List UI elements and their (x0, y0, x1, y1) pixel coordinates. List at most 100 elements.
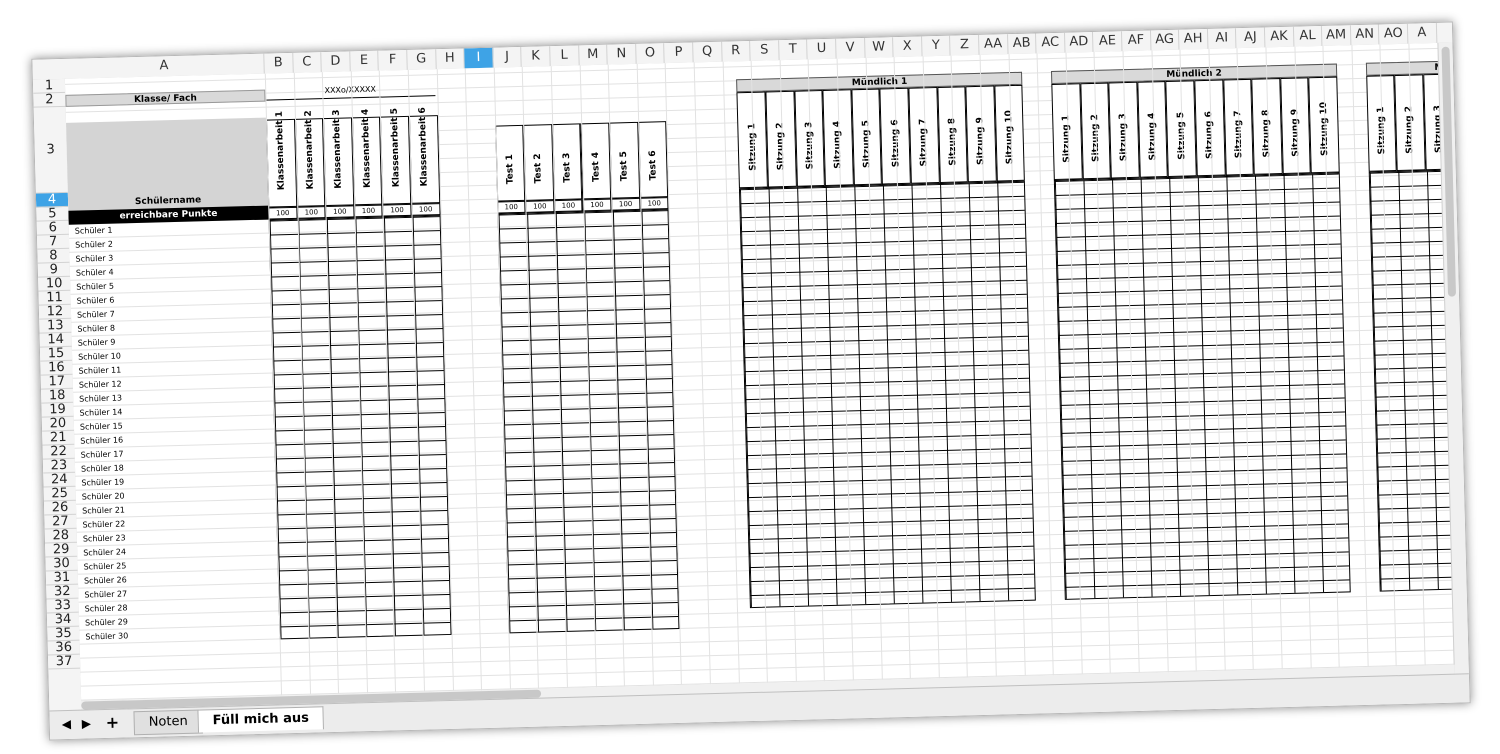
column-header-n[interactable]: N (607, 43, 637, 65)
column-header-m[interactable]: M (578, 44, 608, 66)
klassenarbeit-max-points[interactable]: 100 (268, 206, 298, 220)
student-name[interactable]: Schüler 14 (79, 407, 122, 417)
student-name[interactable]: Schüler 12 (79, 379, 122, 389)
klassenarbeit-header[interactable]: Klassenarbeit 3 (323, 109, 355, 207)
student-name[interactable]: Schüler 17 (81, 449, 124, 459)
column-header-aa[interactable]: AA (979, 34, 1009, 55)
klassenarbeit-max-points[interactable]: 100 (296, 206, 326, 219)
column-header-t[interactable]: T (778, 39, 808, 61)
student-name[interactable]: Schüler 25 (84, 561, 127, 571)
student-name[interactable]: Schüler 8 (77, 324, 115, 334)
column-header-ac[interactable]: AC (1036, 32, 1066, 54)
klassenarbeit-header[interactable]: Klassenarbeit 6 (408, 107, 440, 204)
row-header-2[interactable]: 2 (33, 92, 66, 108)
column-header-ao[interactable]: AO (1379, 23, 1409, 45)
column-header-c[interactable]: C (292, 52, 322, 73)
student-name[interactable]: Schüler 18 (81, 463, 124, 473)
column-header-e[interactable]: E (350, 50, 380, 72)
column-header-ab[interactable]: AB (1007, 33, 1037, 55)
student-name[interactable]: Schüler 28 (85, 603, 128, 613)
row-header-37[interactable]: 37 (47, 654, 81, 670)
test-max-points[interactable]: 100 (525, 200, 555, 213)
test-header[interactable]: Test 4 (580, 122, 612, 200)
student-name[interactable]: Schüler 21 (82, 505, 125, 515)
klassenarbeit-header[interactable]: Klassenarbeit 2 (294, 110, 326, 207)
test-header[interactable]: Test 6 (637, 121, 669, 198)
column-header-d[interactable]: D (321, 51, 351, 73)
column-header-z[interactable]: Z (950, 34, 980, 56)
test-max-points[interactable]: 100 (611, 197, 641, 211)
test-max-points[interactable]: 100 (639, 197, 669, 210)
column-header-al[interactable]: AL (1293, 25, 1323, 47)
klassenarbeit-header[interactable]: Klassenarbeit 4 (351, 109, 383, 206)
student-name[interactable]: Schüler 20 (82, 491, 125, 501)
student-name[interactable]: Schüler 10 (78, 351, 121, 361)
column-header-i[interactable]: I (464, 47, 494, 69)
column-header-ak[interactable]: AK (1264, 26, 1295, 48)
column-header-s[interactable]: S (750, 40, 780, 61)
student-name[interactable]: Schüler 23 (83, 533, 126, 543)
test-max-points[interactable]: 100 (582, 198, 612, 212)
student-name[interactable]: Schüler 2 (75, 240, 113, 250)
student-name[interactable]: Schüler 3 (75, 254, 113, 264)
klassenarbeit-max-points[interactable]: 100 (325, 205, 355, 219)
column-header-l[interactable]: L (550, 45, 580, 67)
column-header-g[interactable]: G (407, 49, 437, 70)
column-header-af[interactable]: AF (1121, 30, 1152, 52)
column-header-ai[interactable]: AI (1207, 28, 1237, 49)
test-max-points[interactable]: 100 (553, 199, 583, 213)
test-header[interactable]: Test 2 (523, 124, 554, 201)
klassenarbeit-header[interactable]: Klassenarbeit 5 (380, 108, 412, 205)
prev-sheet-icon[interactable]: ◀ (62, 717, 72, 731)
klassenarbeit-max-points[interactable]: 100 (411, 203, 441, 216)
test-header[interactable]: Test 3 (552, 123, 583, 201)
column-header-o[interactable]: O (635, 43, 666, 64)
column-header-w[interactable]: W (864, 37, 894, 58)
student-name[interactable]: Schüler 24 (83, 547, 126, 557)
student-name[interactable]: Schüler 11 (78, 365, 121, 375)
column-header-y[interactable]: Y (921, 35, 951, 57)
tab-noten[interactable]: Noten (133, 709, 204, 736)
student-name[interactable]: Schüler 30 (85, 631, 128, 641)
column-header-ah[interactable]: AH (1179, 28, 1209, 50)
klassenarbeit-header[interactable]: Klassenarbeit 1 (265, 111, 297, 208)
column-header-p[interactable]: P (664, 42, 694, 64)
student-name[interactable]: Schüler 27 (84, 589, 127, 599)
student-name[interactable]: Schüler 16 (80, 435, 123, 445)
column-header-k[interactable]: K (521, 46, 551, 67)
test-max-points[interactable]: 100 (496, 200, 526, 214)
student-name[interactable]: Schüler 22 (82, 519, 125, 529)
column-header-x[interactable]: X (893, 36, 923, 58)
student-name[interactable]: Schüler 15 (80, 421, 123, 431)
klassenarbeit-max-points[interactable]: 100 (382, 203, 412, 217)
column-header-am[interactable]: AM (1322, 25, 1352, 46)
column-header-aj[interactable]: AJ (1236, 27, 1266, 49)
test-header[interactable]: Test 1 (494, 124, 526, 202)
student-name[interactable]: Schüler 5 (76, 282, 114, 292)
test-header[interactable]: Test 5 (609, 121, 640, 199)
add-sheet-icon[interactable]: + (105, 713, 119, 732)
column-header-ag[interactable]: AG (1150, 29, 1180, 51)
column-header-v[interactable]: V (836, 37, 866, 59)
column-header-u[interactable]: U (807, 38, 837, 60)
column-header-j[interactable]: J (492, 46, 523, 68)
student-name[interactable]: Schüler 1 (75, 226, 113, 236)
column-header-ad[interactable]: AD (1064, 31, 1094, 53)
student-name[interactable]: Schüler 6 (77, 296, 115, 306)
column-header-q[interactable]: Q (693, 41, 723, 63)
student-name[interactable]: Schüler 4 (76, 268, 114, 278)
column-header-an[interactable]: AN (1350, 24, 1380, 46)
tab-fuell-mich-aus[interactable]: Füll mich aus (197, 706, 325, 733)
student-name[interactable]: Schüler 7 (77, 310, 115, 320)
column-header-f[interactable]: F (378, 49, 408, 71)
student-name[interactable]: Schüler 9 (78, 338, 116, 348)
klasse-fach-label[interactable]: Klasse/ Fach (65, 89, 266, 107)
column-header-b[interactable]: B (264, 52, 294, 74)
column-header-r[interactable]: R (721, 40, 751, 62)
student-name[interactable]: Schüler 26 (84, 575, 127, 585)
student-name[interactable]: Schüler 13 (79, 393, 122, 403)
row-header-3[interactable]: 3 (33, 106, 68, 194)
cell-grid[interactable]: Klasse/ Fach XXXo/XXXXX Schülername erre… (64, 42, 1455, 711)
vertical-scroll-thumb[interactable] (1441, 46, 1457, 297)
next-sheet-icon[interactable]: ▶ (82, 716, 92, 730)
